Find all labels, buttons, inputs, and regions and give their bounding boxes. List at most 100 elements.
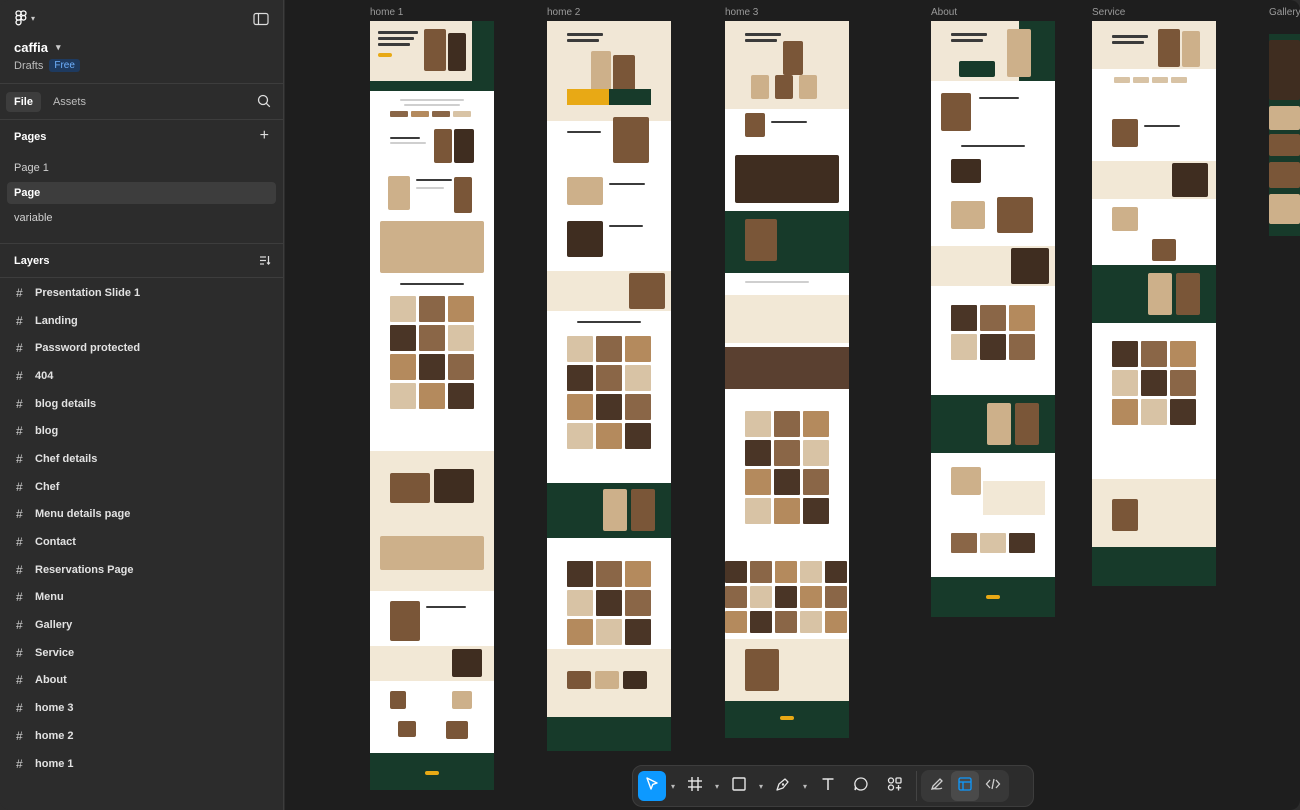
layer-label: Reservations Page	[35, 563, 134, 576]
text-tool-button[interactable]	[812, 771, 844, 801]
bottom-toolbar: ▾ ▾ ▾ ▾	[632, 765, 1034, 807]
frame-hash-icon: #	[16, 479, 23, 494]
chevron-down-icon[interactable]: ▾	[798, 782, 812, 791]
layer-item[interactable]: # Menu details page	[0, 501, 283, 529]
frame-hash-icon: #	[16, 396, 23, 411]
layers-list: # Presentation Slide 1 # Landing # Password…	[0, 278, 283, 777]
code-brackets-icon	[985, 776, 1001, 797]
search-icon[interactable]	[257, 94, 271, 113]
frame-label-about[interactable]: About	[931, 7, 957, 18]
cursor-arrow-icon	[644, 776, 660, 797]
layer-item[interactable]: #404	[0, 362, 283, 390]
comment-bubble-icon	[853, 776, 869, 797]
layer-item[interactable]: # Reservations Page	[0, 556, 283, 584]
page-item-label: Page 1	[14, 162, 49, 174]
shape-tool-button[interactable]	[724, 771, 754, 801]
left-sidebar: ▾ caffia ▾ Drafts Free File Assets Pages…	[0, 0, 284, 810]
layer-label: Chef details	[35, 452, 98, 465]
frame-gallery[interactable]	[1269, 34, 1300, 236]
layer-item[interactable]: # Gallery	[0, 611, 283, 639]
layer-item[interactable]: # About	[0, 667, 283, 695]
layer-label: Menu	[35, 591, 64, 604]
frame-hash-icon: #	[16, 341, 23, 356]
layer-item[interactable]: # Contact	[0, 528, 283, 556]
layers-sort-icon[interactable]	[259, 255, 271, 269]
tab-assets[interactable]: Assets	[45, 92, 94, 112]
page-item-page[interactable]: Page	[7, 182, 276, 204]
layer-item[interactable]: # Service	[0, 639, 283, 667]
layer-item[interactable]: # Chef details	[0, 445, 283, 473]
chevron-down-icon: ▾	[55, 42, 61, 52]
design-mode-button[interactable]	[951, 771, 979, 801]
layer-item[interactable]: # Menu	[0, 584, 283, 612]
chevron-down-icon: ▾	[31, 13, 36, 23]
draw-mode-button[interactable]	[923, 771, 951, 801]
tab-file[interactable]: File	[6, 91, 41, 112]
layers-title: Layers	[14, 254, 50, 267]
layer-label: Gallery	[35, 619, 73, 632]
frame-about[interactable]	[931, 21, 1055, 617]
layer-item[interactable]: # home 1	[0, 750, 283, 778]
frame-hash-icon: #	[16, 424, 23, 439]
page-item-label: variable	[14, 212, 53, 224]
rectangle-icon	[731, 776, 747, 797]
layer-item[interactable]: # home 2	[0, 722, 283, 750]
layer-label: About	[35, 674, 67, 687]
actions-tool-button[interactable]	[878, 771, 912, 801]
layer-item[interactable]: # Chef	[0, 473, 283, 501]
chevron-down-icon[interactable]: ▾	[754, 782, 768, 791]
main-menu-button[interactable]: ▾	[14, 10, 35, 26]
frame-label-gallery[interactable]: Gallery	[1269, 7, 1300, 18]
frame-hero-thumbnail	[1092, 21, 1216, 69]
toolbar-divider	[916, 771, 917, 801]
layer-label: Presentation Slide 1	[35, 286, 141, 299]
frame-label-home-3[interactable]: home 3	[725, 7, 758, 18]
frame-label-home-2[interactable]: home 2	[547, 7, 580, 18]
frame-service[interactable]	[1092, 21, 1216, 586]
layer-item[interactable]: # Password protected	[0, 334, 283, 362]
frame-label-home-1[interactable]: home 1	[370, 7, 403, 18]
sidebar-toggle-icon[interactable]	[253, 12, 269, 31]
pages-title: Pages	[14, 131, 47, 143]
chevron-down-icon[interactable]: ▾	[666, 782, 680, 791]
design-canvas[interactable]: home 1 home 2 home 3 About Service Galle…	[285, 0, 1300, 810]
frame-hash-icon: #	[16, 673, 23, 688]
file-location[interactable]: Drafts	[14, 60, 43, 72]
draw-pen-icon	[929, 776, 945, 797]
frame-tool-button[interactable]	[680, 771, 710, 801]
move-tool-button[interactable]	[638, 771, 666, 801]
layer-item[interactable]: # Presentation Slide 1	[0, 279, 283, 307]
frame-home-1[interactable]	[370, 21, 494, 790]
pen-nib-icon	[775, 776, 791, 797]
file-name-menu[interactable]: caffia ▾	[14, 40, 61, 55]
layer-item[interactable]: # blog	[0, 417, 283, 445]
page-item-label: Page	[14, 187, 41, 199]
layer-label: 404	[35, 369, 54, 382]
frame-hash-icon: #	[16, 728, 23, 743]
frame-label-service[interactable]: Service	[1092, 7, 1125, 18]
file-header: ▾ caffia ▾ Drafts Free	[0, 0, 283, 84]
frame-hash-icon: #	[16, 507, 23, 522]
layer-label: Password protected	[35, 342, 141, 355]
layer-label: blog details	[35, 397, 97, 410]
frame-hash-icon: #	[16, 285, 23, 300]
page-item-variable[interactable]: variable	[7, 207, 276, 229]
add-page-icon[interactable]: +	[260, 128, 269, 144]
frame-home-2[interactable]	[547, 21, 671, 751]
sidebar-tabs: File Assets	[0, 84, 283, 120]
layer-label: Landing	[35, 314, 78, 327]
layer-item[interactable]: # blog details	[0, 390, 283, 418]
layer-label: blog	[35, 425, 59, 438]
frame-hash-icon: #	[16, 618, 23, 633]
frame-hash-icon: #	[16, 451, 23, 466]
pen-tool-button[interactable]	[768, 771, 798, 801]
layers-header: Layers	[0, 244, 283, 278]
page-item-page-1[interactable]: Page 1	[7, 157, 276, 179]
comment-tool-button[interactable]	[844, 771, 878, 801]
frame-home-3[interactable]	[725, 21, 849, 738]
layer-item[interactable]: # Landing	[0, 307, 283, 335]
dev-mode-button[interactable]	[979, 771, 1007, 801]
layer-item[interactable]: # home 3	[0, 694, 283, 722]
frame-hero-thumbnail	[370, 21, 494, 81]
chevron-down-icon[interactable]: ▾	[710, 782, 724, 791]
